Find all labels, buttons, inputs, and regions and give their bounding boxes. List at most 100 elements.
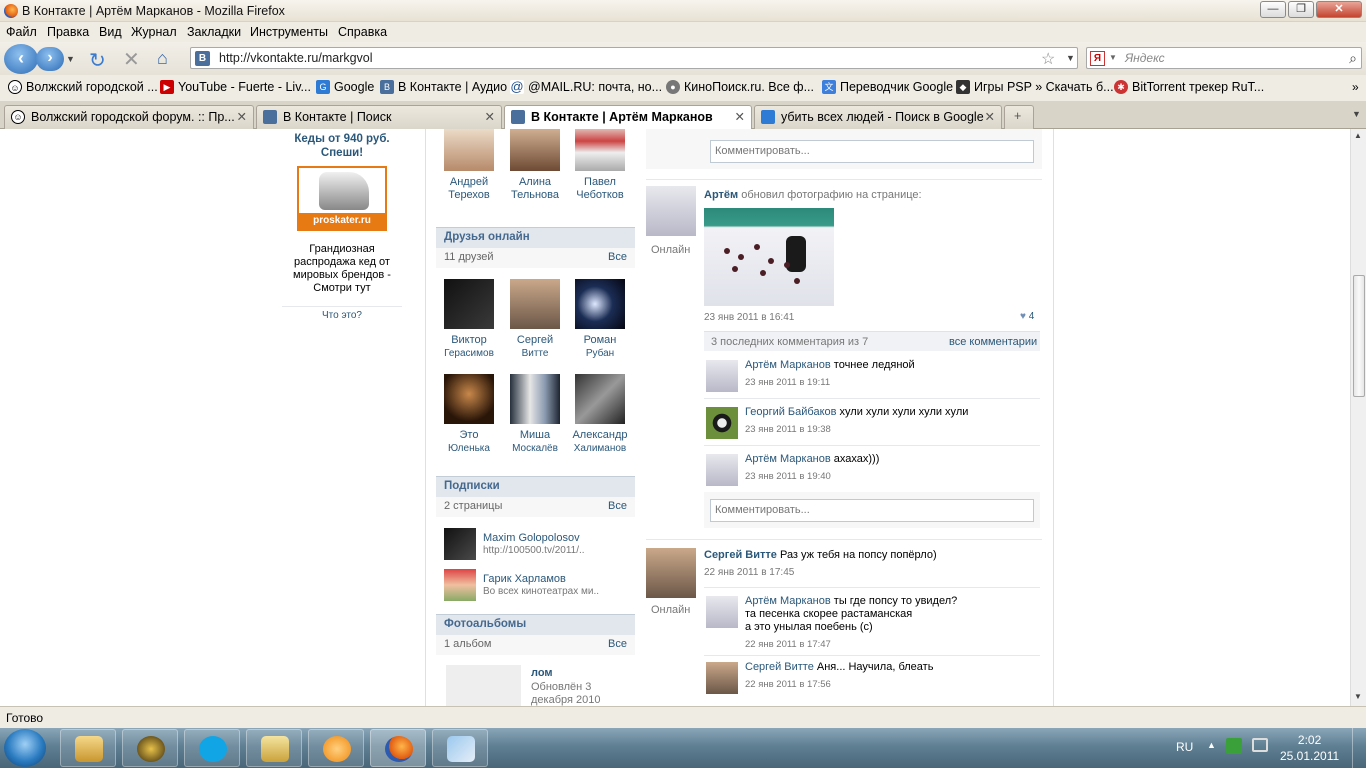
search-input[interactable]: Яндекс <box>1125 51 1165 65</box>
bookmark-kinopoisk[interactable]: ● КиноПоиск.ru. Все ф... <box>666 80 814 94</box>
taskbar-dcplusplus[interactable] <box>246 729 302 767</box>
post-date[interactable]: 23 янв 2011 в 16:41 <box>704 312 794 323</box>
menu-view[interactable]: Вид <box>99 25 122 39</box>
post-author[interactable]: Артём <box>704 189 738 201</box>
friend-yulenka[interactable]: Это Юленька <box>436 374 502 455</box>
tab-volzhsky-forum[interactable]: ☺ Волжский городской форум. :: Пр... ✕ <box>4 105 254 129</box>
photo-albums-all-link[interactable]: Все <box>608 638 627 650</box>
comment-date[interactable]: 23 янв 2011 в 19:40 <box>745 471 831 482</box>
back-icon[interactable]: ‹ <box>4 44 38 74</box>
avatar[interactable] <box>706 662 738 694</box>
minimize-button[interactable]: — <box>1260 1 1286 18</box>
subscriptions-all-link[interactable]: Все <box>608 500 627 512</box>
clock[interactable]: 2:02 25.01.2011 <box>1280 732 1339 764</box>
comment-date[interactable]: 23 янв 2011 в 19:38 <box>745 424 831 435</box>
bookmarks-overflow-icon[interactable]: » <box>1352 80 1359 94</box>
search-box[interactable]: Я ▼ Яндекс ⌕ <box>1086 47 1362 69</box>
close-tab-icon[interactable]: ✕ <box>485 109 495 124</box>
album-cover[interactable] <box>446 665 521 706</box>
taskbar-mailru-agent[interactable] <box>308 729 364 767</box>
avatar[interactable] <box>706 596 738 628</box>
bookmark-mailru[interactable]: @ @MAIL.RU: почта, но... <box>510 80 662 94</box>
album-name[interactable]: лом <box>531 667 553 679</box>
menu-help[interactable]: Справка <box>338 25 387 39</box>
url-text[interactable]: http://vkontakte.ru/markgvol <box>219 51 373 65</box>
taskbar-paint[interactable] <box>432 729 488 767</box>
comment-date[interactable]: 22 янв 2011 в 17:47 <box>745 639 831 650</box>
search-icon[interactable]: ⌕ <box>1349 50 1357 67</box>
avatar[interactable] <box>706 454 738 486</box>
tab-list-icon[interactable]: ▼ <box>1352 109 1361 119</box>
like-button[interactable]: ♥ 4 <box>1020 311 1034 322</box>
taskbar-skype[interactable] <box>184 729 240 767</box>
ad-image[interactable]: proskater.ru <box>297 166 387 231</box>
bookmark-vk-audio[interactable]: BВ Контакте | Аудио <box>380 80 507 94</box>
bookmark-rutracker[interactable]: ✱ BitTorrent трекер RuT... <box>1114 80 1264 94</box>
menu-bookmarks[interactable]: Закладки <box>187 25 241 39</box>
scroll-up-icon[interactable]: ▲ <box>1354 131 1362 140</box>
subscription-name[interactable]: Maxim Golopolosov <box>483 532 580 544</box>
friend-sergey[interactable]: Сергей Витте <box>502 279 568 360</box>
reload-icon[interactable]: ↻ <box>89 48 106 73</box>
friend-alina[interactable]: Алина Тельнова <box>502 129 568 202</box>
bookmark-volzhsky[interactable]: ☺ Волжский городской ... <box>8 80 158 94</box>
search-engine-dropdown-icon[interactable]: ▼ <box>1109 53 1117 62</box>
post-author[interactable]: Сергей Витте <box>704 549 777 561</box>
network-icon[interactable] <box>1252 738 1268 752</box>
close-tab-icon[interactable]: ✕ <box>985 109 995 124</box>
friend-viktor[interactable]: Виктор Герасимов <box>436 279 502 360</box>
show-desktop-button[interactable] <box>1352 728 1366 768</box>
post-date[interactable]: 22 янв 2011 в 17:45 <box>704 567 794 578</box>
language-indicator[interactable]: RU <box>1176 740 1193 754</box>
taskbar-firefox[interactable] <box>370 729 426 767</box>
avatar[interactable] <box>646 548 696 598</box>
close-tab-icon[interactable]: ✕ <box>237 109 247 124</box>
avatar[interactable] <box>646 186 696 236</box>
menu-tools[interactable]: Инструменты <box>250 25 328 39</box>
comment-date[interactable]: 22 янв 2011 в 17:56 <box>745 679 831 690</box>
comment-date[interactable]: 23 янв 2011 в 19:11 <box>745 377 830 388</box>
ad-info-link[interactable]: Что это? <box>282 310 402 321</box>
stop-icon[interactable]: ✕ <box>123 47 140 72</box>
avatar[interactable] <box>706 407 738 439</box>
utorrent-tray-icon[interactable] <box>1226 738 1242 754</box>
bookmark-translate[interactable]: 文 Переводчик Google <box>822 80 953 94</box>
subscription-name[interactable]: Гарик Харламов <box>483 573 566 585</box>
avatar[interactable] <box>444 528 476 560</box>
forward-icon[interactable]: › <box>36 47 64 71</box>
subscriptions-header[interactable]: Подписки <box>436 476 635 497</box>
maximize-button[interactable]: ❐ <box>1288 1 1314 18</box>
menu-edit[interactable]: Правка <box>47 25 89 39</box>
friend-pavel[interactable]: Павел Чеботков <box>567 129 633 202</box>
comment-input[interactable]: Комментировать... <box>710 140 1034 163</box>
menu-history[interactable]: Журнал <box>131 25 177 39</box>
post-photo[interactable] <box>704 208 834 306</box>
photo-albums-header[interactable]: Фотоальбомы <box>436 614 635 635</box>
url-bar[interactable]: B http://vkontakte.ru/markgvol ☆ ▼ <box>190 47 1078 69</box>
menu-file[interactable]: Файл <box>6 25 37 39</box>
taskbar-wow[interactable] <box>122 729 178 767</box>
ad-title[interactable]: Кеды от 940 руб. Спеши! <box>282 132 402 160</box>
taskbar-explorer[interactable] <box>60 729 116 767</box>
tab-google-search[interactable]: убить всех людей - Поиск в Google ✕ <box>754 105 1002 129</box>
all-comments-link[interactable]: все комментарии <box>949 336 1037 348</box>
ad-text[interactable]: Грандиозная распродажа кед от мировых бр… <box>286 243 398 295</box>
close-tab-icon[interactable]: ✕ <box>735 109 745 124</box>
friends-online-header[interactable]: Друзья онлайн <box>436 227 635 248</box>
tab-vk-search[interactable]: В Контакте | Поиск ✕ <box>256 105 502 129</box>
tab-vk-profile[interactable]: В Контакте | Артём Марканов ✕ <box>504 105 752 130</box>
bookmark-star-icon[interactable]: ☆ <box>1041 49 1055 69</box>
comment-input[interactable]: Комментировать... <box>710 499 1034 522</box>
scrollbar-thumb[interactable] <box>1353 275 1365 397</box>
tray-expand-icon[interactable]: ▲ <box>1207 740 1216 750</box>
scroll-down-icon[interactable]: ▼ <box>1354 692 1362 701</box>
bookmark-youtube[interactable]: ▶ YouTube - Fuerte - Liv... <box>160 80 311 94</box>
friend-alexandr[interactable]: Александр Халиманов <box>567 374 633 455</box>
bookmark-psp-games[interactable]: ◆ Игры PSP » Скачать б... <box>956 80 1114 94</box>
history-dropdown-icon[interactable]: ▼ <box>66 54 75 64</box>
start-button[interactable] <box>4 729 46 767</box>
yandex-icon[interactable]: Я <box>1090 51 1105 66</box>
friend-misha[interactable]: Миша Москалёв <box>502 374 568 455</box>
new-tab-button[interactable]: + <box>1004 105 1034 129</box>
avatar[interactable] <box>444 569 476 601</box>
